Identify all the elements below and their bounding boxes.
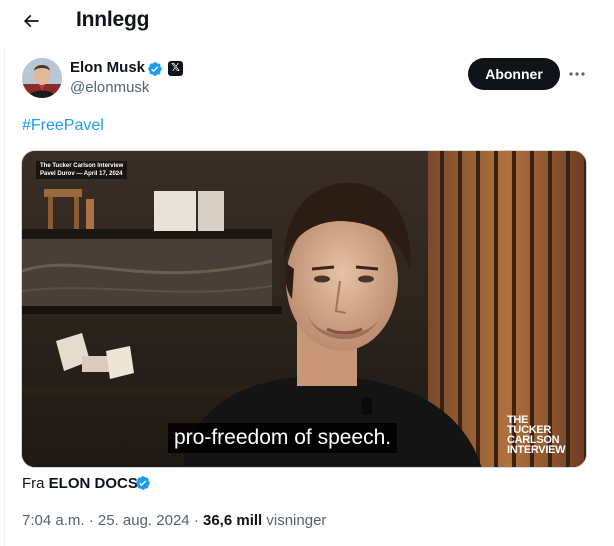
author-name[interactable]: Elon Musk bbox=[70, 59, 145, 76]
avatar-image bbox=[22, 58, 62, 98]
media-source: Fra ELON DOCS bbox=[22, 475, 138, 492]
video-frame bbox=[22, 151, 586, 467]
avatar[interactable] bbox=[22, 58, 62, 98]
author-handle[interactable]: @elonmusk bbox=[70, 79, 149, 96]
video-media[interactable]: The Tucker Carlson Interview Pavel Durov… bbox=[21, 150, 587, 468]
video-title-line: The Tucker Carlson Interview bbox=[40, 163, 124, 169]
video-subtitle: pro-freedom of speech. bbox=[168, 423, 398, 453]
more-options-button[interactable] bbox=[566, 64, 588, 84]
hashtag-link[interactable]: #FreePavel bbox=[22, 117, 104, 135]
top-bar: Innlegg bbox=[0, 0, 614, 42]
x-logo-icon[interactable]: 𝕏 bbox=[168, 61, 183, 76]
views-label: visninger bbox=[266, 512, 327, 529]
subscribe-button[interactable]: Abonner bbox=[468, 58, 560, 90]
more-options-icon bbox=[569, 72, 585, 76]
column-divider bbox=[4, 46, 5, 546]
source-prefix: Fra bbox=[22, 475, 45, 492]
source-account-link[interactable]: ELON DOCS bbox=[49, 475, 138, 492]
verified-badge-icon bbox=[148, 62, 162, 76]
show-watermark: THE TUCKER CARLSON INTERVIEW bbox=[507, 415, 577, 456]
back-button[interactable] bbox=[14, 6, 48, 36]
post-meta: 7:04 a.m. · 25. aug. 2024 · 36,6 mill vi… bbox=[22, 512, 326, 529]
post-time-link[interactable]: 7:04 a.m. bbox=[22, 512, 85, 529]
video-title-overlay: The Tucker Carlson Interview Pavel Durov… bbox=[36, 161, 128, 179]
post-date-link[interactable]: 25. aug. 2024 bbox=[98, 512, 190, 529]
page-title: Innlegg bbox=[76, 8, 150, 31]
separator: · bbox=[88, 512, 94, 529]
video-subtitle-line: Pavel Durov — April 17, 2024 bbox=[40, 171, 123, 177]
separator: · bbox=[193, 512, 199, 529]
watermark-line: INTERVIEW bbox=[507, 444, 566, 456]
views-count: 36,6 mill bbox=[203, 512, 263, 529]
verified-badge-icon bbox=[136, 476, 150, 490]
arrow-left-icon bbox=[23, 14, 39, 28]
